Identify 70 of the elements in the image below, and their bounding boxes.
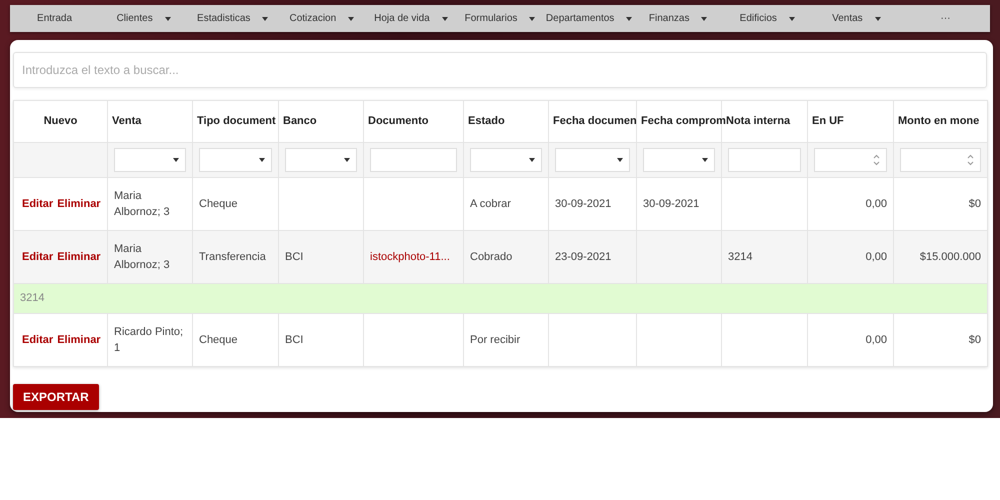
caret-icon (262, 16, 268, 20)
caret-icon (259, 158, 265, 162)
caret-icon (173, 158, 179, 162)
table-cell: $15.000.000 (920, 250, 981, 263)
table-cell: Maria Albornoz; 3 (114, 190, 170, 218)
table-cell: Transferencia (199, 250, 266, 263)
edit-link[interactable]: Editar (22, 332, 54, 348)
number-filter-field[interactable] (900, 148, 981, 172)
menu-item[interactable]: Entrada (10, 5, 100, 32)
table-cell: Cheque (199, 198, 238, 210)
table-cell: Maria Albornoz; 3 (114, 242, 170, 271)
table-cell: A cobrar (470, 198, 511, 210)
document-link[interactable]: istockphoto-11... (370, 250, 450, 263)
number-filter-field[interactable] (814, 148, 887, 172)
table-cell: 3214 (728, 250, 752, 263)
table-cell: $0 (968, 198, 981, 210)
caret-icon (626, 16, 632, 20)
caret-icon (529, 16, 536, 20)
menu-item[interactable]: Edificios (722, 5, 812, 32)
table-cell: 30-09-2021 (555, 198, 612, 210)
table-cell: Por recibir (470, 334, 520, 346)
table-cell: 23-09-2021 (555, 250, 612, 263)
menu-item[interactable]: Ventas (812, 5, 901, 32)
export-button[interactable]: EXPORTAR (13, 384, 99, 410)
caret-icon (442, 16, 448, 20)
delete-link[interactable]: Eliminar (57, 248, 101, 266)
table-cell: 0,00 (866, 250, 887, 263)
caret-icon (701, 16, 708, 20)
filter-dropdown[interactable] (199, 148, 272, 172)
filter-dropdown[interactable] (285, 148, 357, 172)
menu-item[interactable]: Cotizacion (277, 5, 366, 32)
menu-item[interactable]: Formularios (455, 5, 545, 32)
delete-link[interactable]: Eliminar (57, 332, 101, 348)
menu-item[interactable]: Clientes (99, 5, 188, 32)
caret-icon (874, 16, 881, 20)
caret-icon (164, 16, 171, 20)
caret-icon (348, 16, 354, 20)
filter-dropdown[interactable] (643, 148, 715, 172)
filter-dropdown[interactable] (114, 148, 186, 172)
table-cell: Cobrado (470, 250, 512, 263)
spinner-icon[interactable] (967, 154, 974, 166)
table-cell: 0,00 (866, 198, 887, 210)
table-cell: Ricardo Pinto; 1 (114, 326, 184, 354)
menu-item[interactable]: Departamentos (544, 5, 634, 32)
caret-icon (529, 158, 535, 162)
menu-item[interactable]: Estadisticas (188, 5, 278, 32)
table-cell: $0 (968, 334, 981, 346)
table-cell: 30-09-2021 (643, 198, 700, 210)
menu-item[interactable]: Hoja de vida (366, 5, 456, 32)
search-field[interactable]: Introduzca el texto a buscar... (13, 52, 987, 88)
edit-link[interactable]: Editar (22, 196, 54, 212)
filter-dropdown[interactable] (470, 148, 542, 172)
menu-item[interactable]: ··· (900, 5, 990, 32)
filter-field[interactable] (370, 148, 457, 172)
caret-icon (702, 158, 708, 162)
table-cell: BCI (285, 334, 304, 346)
caret-icon (788, 16, 795, 20)
table-cell: 0,00 (866, 334, 887, 346)
caret-icon (617, 158, 623, 162)
detail-text: 3214 (14, 284, 988, 314)
delete-link[interactable]: Eliminar (57, 196, 101, 212)
edit-link[interactable]: Editar (22, 248, 54, 266)
caret-icon (344, 158, 350, 162)
filter-field[interactable] (728, 148, 801, 172)
table-cell: Cheque (199, 334, 238, 346)
filter-dropdown[interactable] (555, 148, 630, 172)
menu-item[interactable]: Finanzas (634, 5, 723, 32)
new-link[interactable]: Nuevo (44, 115, 78, 128)
spinner-icon[interactable] (873, 154, 880, 166)
table-cell: BCI (285, 250, 304, 263)
